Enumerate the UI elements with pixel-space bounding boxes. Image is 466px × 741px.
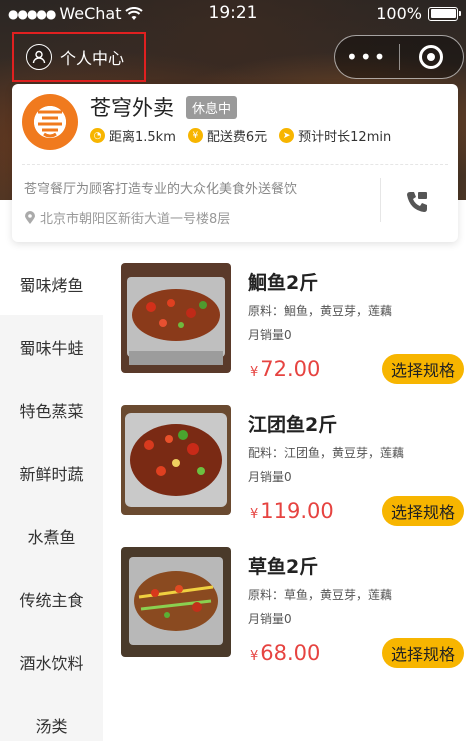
status-right: 100%	[376, 4, 461, 23]
shop-meta: ◔ 距离1.5km ¥ 配送费6元 ➤ 预计时长12min	[90, 126, 391, 145]
navigation-icon: ➤	[279, 128, 295, 143]
product-price: ¥119.00	[250, 499, 334, 523]
category-item[interactable]: 传统主食	[0, 567, 103, 630]
close-miniprogram-icon[interactable]	[400, 45, 464, 69]
product-sales: 月销量0	[248, 328, 292, 342]
product-description: 原料：草鱼，黄豆芽，莲藕	[248, 588, 393, 602]
product-item[interactable]: 鮰鱼2斤 原料：鮰鱼，黄豆芽，莲藕 月销量0 ¥72.00 选择规格	[103, 252, 466, 394]
shop-info-card: 苍穹外卖 休息中 ◔ 距离1.5km ¥ 配送费6元 ➤ 预计时长12min 苍…	[12, 84, 458, 242]
select-spec-button[interactable]: 选择规格	[382, 354, 464, 384]
battery-icon	[428, 6, 461, 21]
category-item[interactable]: 蜀味烤鱼	[0, 252, 103, 315]
phone-divider	[380, 178, 381, 222]
shop-name: 苍穹外卖	[90, 96, 174, 120]
personal-center-label: 个人中心	[60, 49, 125, 68]
category-item[interactable]: 特色蒸菜	[0, 378, 103, 441]
product-description: 原料：鮰鱼，黄豆芽，莲藕	[248, 304, 393, 318]
currency-symbol: ¥	[250, 365, 259, 380]
product-item[interactable]: 草鱼2斤 原料：草鱼，黄豆芽，莲藕 月销量0 ¥68.00 选择规格	[103, 536, 466, 678]
clock-icon: ◔	[90, 128, 105, 143]
select-spec-button[interactable]: 选择规格	[382, 638, 464, 668]
miniprogram-capsule: •••	[334, 35, 464, 79]
price-value: 68.00	[260, 641, 321, 665]
location-pin-icon	[25, 210, 35, 224]
phone-icon[interactable]	[404, 189, 430, 215]
product-image[interactable]	[121, 405, 231, 515]
yen-icon: ¥	[187, 128, 203, 143]
price-value: 119.00	[260, 499, 334, 523]
currency-symbol: ¥	[250, 649, 259, 664]
shop-logo	[22, 94, 78, 150]
product-sales: 月销量0	[248, 612, 292, 626]
product-item[interactable]: 江团鱼2斤 配料：江团鱼，黄豆芽，莲藕 月销量0 ¥119.00 选择规格	[103, 394, 466, 536]
distance-label: 距离1.5km	[109, 130, 176, 145]
category-item[interactable]: 汤类	[0, 693, 103, 741]
category-item[interactable]: 蜀味牛蛙	[0, 315, 103, 378]
distance-item: ◔ 距离1.5km	[90, 126, 176, 145]
shop-description: 苍穹餐厅为顾客打造专业的大众化美食外送餐饮	[24, 182, 298, 197]
product-name: 江团鱼2斤	[248, 414, 338, 436]
product-name: 草鱼2斤	[248, 556, 319, 578]
eta-label: 预计时长12min	[298, 130, 392, 145]
product-image[interactable]	[121, 263, 231, 373]
product-list: 鮰鱼2斤 原料：鮰鱼，黄豆芽，莲藕 月销量0 ¥72.00 选择规格 江团鱼2斤…	[103, 252, 466, 678]
shop-status-badge: 休息中	[186, 96, 238, 119]
battery-percent: 100%	[376, 4, 422, 23]
more-icon[interactable]: •••	[335, 45, 399, 69]
product-price: ¥68.00	[250, 641, 320, 665]
category-item[interactable]: 酒水饮料	[0, 630, 103, 693]
price-value: 72.00	[260, 357, 321, 381]
product-price: ¥72.00	[250, 357, 320, 381]
select-spec-button[interactable]: 选择规格	[382, 496, 464, 526]
product-sales: 月销量0	[248, 470, 292, 484]
shop-address: 北京市朝阳区新街大道一号楼8层	[24, 208, 230, 227]
delivery-fee-label: 配送费6元	[206, 130, 268, 145]
product-name: 鮰鱼2斤	[248, 272, 319, 294]
card-divider	[22, 164, 448, 165]
category-item[interactable]: 新鲜时蔬	[0, 441, 103, 504]
category-item[interactable]: 水煮鱼	[0, 504, 103, 567]
user-icon	[26, 44, 52, 70]
personal-center-button[interactable]: 个人中心	[12, 32, 146, 82]
delivery-fee-item: ¥ 配送费6元	[187, 126, 268, 145]
category-sidebar: 蜀味烤鱼 蜀味牛蛙 特色蒸菜 新鲜时蔬 水煮鱼 传统主食 酒水饮料 汤类	[0, 252, 103, 741]
product-description: 配料：江团鱼，黄豆芽，莲藕	[248, 446, 405, 460]
currency-symbol: ¥	[250, 507, 259, 522]
shop-address-text: 北京市朝阳区新街大道一号楼8层	[40, 212, 231, 227]
product-image[interactable]	[121, 547, 231, 657]
status-bar: ●●●●● WeChat 19:21 100%	[0, 0, 466, 30]
eta-item: ➤ 预计时长12min	[279, 126, 391, 145]
